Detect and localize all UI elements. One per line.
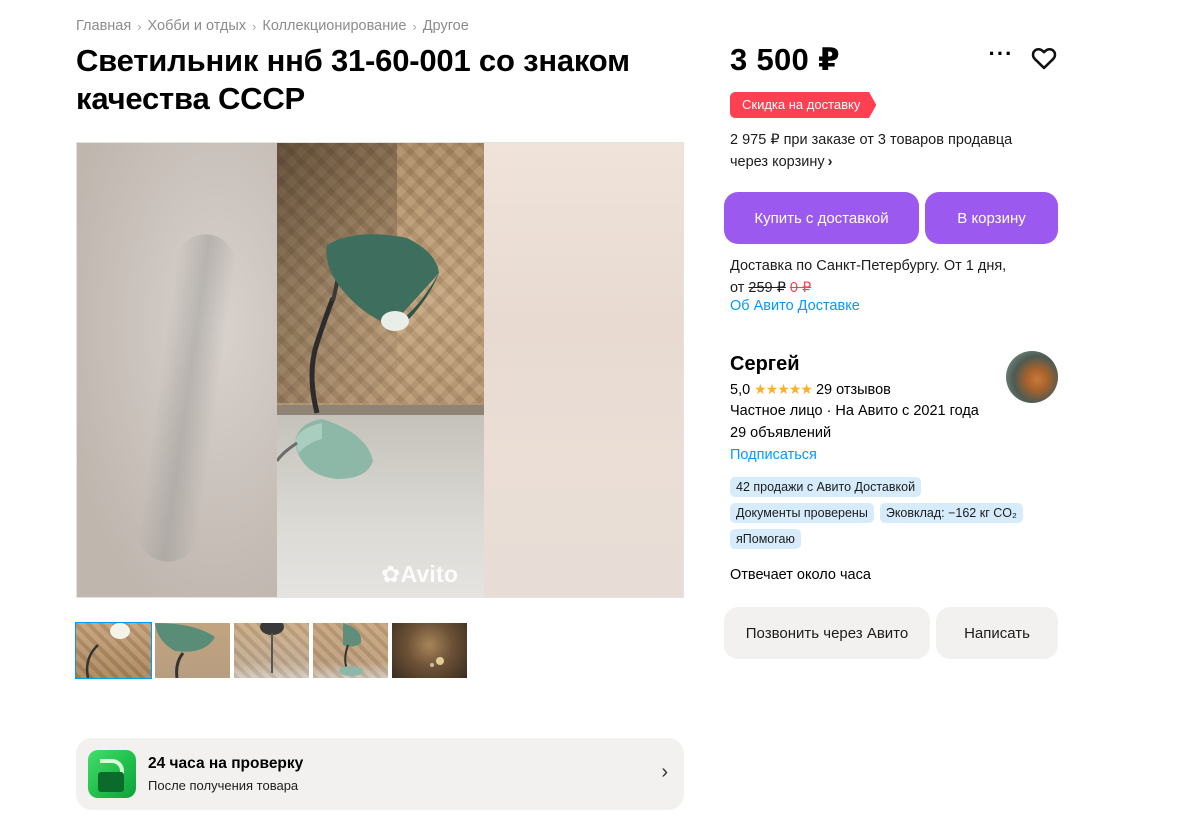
lamp-photo: ✿Avito <box>277 143 484 597</box>
thumbnail-4[interactable] <box>313 623 388 678</box>
chevron-right-icon: › <box>661 761 668 783</box>
write-message-button[interactable]: Написать <box>936 607 1058 659</box>
thumbnail-5[interactable] <box>392 623 467 678</box>
breadcrumb: Главная › Хобби и отдых › Коллекциониров… <box>76 18 469 34</box>
delivery-from: от <box>730 280 745 296</box>
delivery-price-row: от 259 ₽ 0 ₽ <box>730 277 1060 299</box>
breadcrumb-separator: › <box>137 18 142 34</box>
chevron-right-icon: › <box>827 154 833 170</box>
seller-rating: 5,0 ★★★★★ 29 отзывов <box>730 381 891 398</box>
breadcrumb-hobby[interactable]: Хобби и отдых <box>148 18 246 34</box>
rating-value: 5,0 <box>730 381 751 398</box>
delivery-old-price: 259 ₽ <box>748 280 786 296</box>
delivery-new-price: 0 ₽ <box>789 280 812 296</box>
seller-avatar[interactable] <box>1006 351 1058 403</box>
page-title: Светильник ннб 31-60-001 со знаком качес… <box>76 43 630 116</box>
photo-blur-right <box>482 143 683 597</box>
star-rating-icon: ★★★★★ <box>754 381 813 397</box>
badge-eco[interactable]: Эковклад: −162 кг CO₂ <box>879 503 1023 523</box>
photo-blur-left <box>77 143 277 597</box>
buy-with-delivery-button[interactable]: Купить с доставкой <box>724 192 919 244</box>
price: 3 500 ₽ <box>730 42 840 77</box>
add-to-cart-button[interactable]: В корзину <box>925 192 1058 244</box>
thumbnail-2[interactable] <box>155 623 230 678</box>
breadcrumb-collecting[interactable]: Коллекционирование <box>262 18 406 34</box>
subscribe-link[interactable]: Подписаться <box>730 447 817 463</box>
breadcrumb-home[interactable]: Главная <box>76 18 131 34</box>
delivery-discount-badge: Скидка на доставку <box>730 92 877 118</box>
thumbnail-strip <box>75 622 467 679</box>
reply-time: Отвечает около часа <box>730 567 871 583</box>
basket-discount-link[interactable]: 2 975 ₽ при заказе от 3 товаров продавца… <box>730 129 1050 173</box>
breadcrumb-other[interactable]: Другое <box>423 18 469 34</box>
reviews-link[interactable]: 29 отзывов <box>816 382 891 398</box>
seller-ads-count[interactable]: 29 объявлений <box>730 425 831 441</box>
delivery-text: Доставка по Санкт-Петербургу. От 1 дня, <box>730 258 1007 274</box>
breadcrumb-separator: › <box>412 18 417 34</box>
delivery-info: Доставка по Санкт-Петербургу. От 1 дня, … <box>730 255 1060 299</box>
thumbnail-1[interactable] <box>75 622 152 679</box>
badge-documents[interactable]: Документы проверены <box>730 503 874 523</box>
inspection-title: 24 часа на проверку <box>148 755 304 772</box>
breadcrumb-separator: › <box>252 18 257 34</box>
avito-watermark: ✿Avito <box>381 561 459 587</box>
seller-type: Частное лицо · На Авито с 2021 года <box>730 403 979 419</box>
return-box-icon <box>88 750 136 798</box>
call-button[interactable]: Позвонить через Авито <box>724 607 930 659</box>
basket-discount-text: 2 975 ₽ при заказе от 3 товаров продавца… <box>730 132 1013 170</box>
seller-badges: 42 продажи с Авито Доставкой Документы п… <box>730 477 1060 549</box>
favorite-heart-icon[interactable] <box>1030 44 1058 72</box>
inspection-banner[interactable]: 24 часа на проверку После получения това… <box>76 738 684 810</box>
seller-name[interactable]: Сергей <box>730 353 800 376</box>
main-photo[interactable]: ✿Avito <box>76 142 684 598</box>
inspection-subtitle: После получения товара <box>148 778 299 793</box>
badge-deliveries[interactable]: 42 продажи с Авито Доставкой <box>730 477 922 497</box>
about-avito-delivery-link[interactable]: Об Авито Доставке <box>730 298 860 314</box>
badge-charity[interactable]: яПомогаю <box>730 529 801 549</box>
thumbnail-3[interactable] <box>234 623 309 678</box>
more-options-icon[interactable]: ··· <box>987 43 1015 71</box>
lamp-illustration <box>277 234 439 479</box>
